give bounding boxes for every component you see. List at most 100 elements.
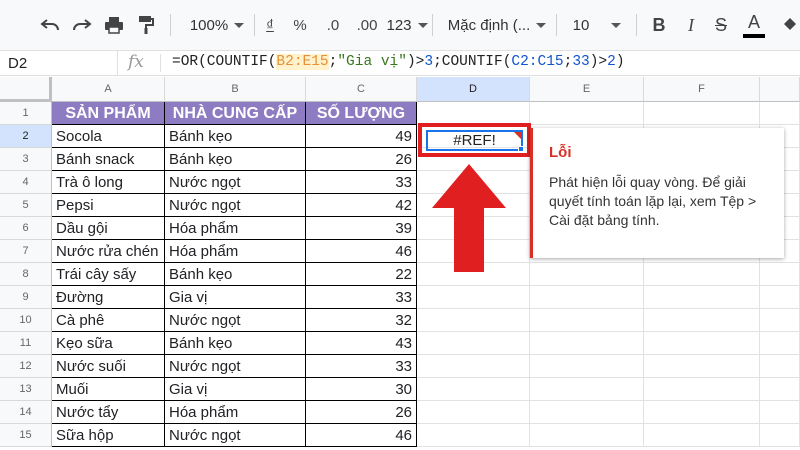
table-cell[interactable] [760, 355, 800, 378]
table-cell[interactable]: Bánh kẹo [165, 332, 306, 355]
table-cell[interactable] [644, 332, 760, 355]
row-header-11[interactable]: 11 [0, 332, 52, 355]
table-cell[interactable] [644, 309, 760, 332]
formula-input[interactable]: =OR(COUNTIF(B2:E15;"Gia vị")>3;COUNTIF(C… [172, 54, 625, 70]
strikethrough-button[interactable]: S [710, 10, 732, 40]
table-cell[interactable] [760, 332, 800, 355]
table-cell[interactable] [530, 401, 644, 424]
table-cell[interactable]: Gia vị [165, 378, 306, 401]
column-header-e[interactable]: E [530, 77, 644, 102]
table-cell[interactable]: 46 [306, 240, 417, 263]
row-header-3[interactable]: 3 [0, 148, 52, 171]
table-cell[interactable]: 32 [306, 309, 417, 332]
table-cell[interactable]: 39 [306, 217, 417, 240]
row-header-4[interactable]: 4 [0, 171, 52, 194]
more-formats-select[interactable]: 123 [384, 10, 430, 40]
table-cell[interactable] [530, 309, 644, 332]
italic-button[interactable]: I [680, 10, 702, 40]
table-cell[interactable]: Nước ngọt [165, 424, 306, 447]
table-cell[interactable] [644, 263, 760, 286]
column-header-b[interactable]: B [165, 77, 306, 102]
table-cell[interactable]: 46 [306, 424, 417, 447]
active-cell-d2[interactable]: #REF! [426, 130, 524, 152]
column-header-d[interactable]: D [417, 77, 530, 102]
table-cell[interactable]: Hóa phẩm [165, 217, 306, 240]
table-cell[interactable] [760, 424, 800, 447]
table-cell[interactable]: Sữa hộp [52, 424, 165, 447]
font-size-select[interactable]: 10 [566, 10, 628, 40]
row-header-1[interactable]: 1 [0, 102, 52, 125]
table-header-cell[interactable]: SẢN PHẨM [52, 102, 165, 125]
row-header-2[interactable]: 2 [0, 125, 52, 148]
table-cell[interactable]: 26 [306, 401, 417, 424]
table-cell[interactable] [530, 332, 644, 355]
table-cell[interactable] [644, 286, 760, 309]
table-cell[interactable]: Bánh kẹo [165, 148, 306, 171]
increase-decimal-button[interactable]: .00 [350, 10, 384, 40]
table-cell[interactable]: Socola [52, 125, 165, 148]
table-cell[interactable] [417, 401, 530, 424]
table-cell[interactable]: 43 [306, 332, 417, 355]
table-cell[interactable]: Đường [52, 286, 165, 309]
table-cell[interactable] [417, 424, 530, 447]
table-cell[interactable]: Gia vị [165, 286, 306, 309]
decrease-decimal-button[interactable]: .0 [318, 10, 348, 40]
row-header-5[interactable]: 5 [0, 194, 52, 217]
table-cell[interactable] [530, 378, 644, 401]
table-cell[interactable]: Nước rửa chén [52, 240, 165, 263]
table-cell[interactable]: Hóa phẩm [165, 401, 306, 424]
table-cell[interactable]: 49 [306, 125, 417, 148]
table-cell[interactable]: Nước ngọt [165, 309, 306, 332]
table-cell[interactable]: 33 [306, 355, 417, 378]
table-cell[interactable] [530, 355, 644, 378]
table-cell[interactable] [417, 332, 530, 355]
table-cell[interactable] [417, 102, 530, 125]
table-cell[interactable]: Bánh kẹo [165, 263, 306, 286]
table-cell[interactable]: Bánh snack [52, 148, 165, 171]
fill-handle[interactable] [518, 146, 524, 152]
table-cell[interactable]: Kẹo sữa [52, 332, 165, 355]
zoom-select[interactable]: 100% [182, 10, 252, 40]
row-header-9[interactable]: 9 [0, 286, 52, 309]
undo-icon[interactable] [36, 10, 64, 40]
text-color-button[interactable]: A [742, 10, 766, 40]
table-cell[interactable]: 26 [306, 148, 417, 171]
font-family-select[interactable]: Mặc định (... [444, 10, 550, 40]
row-header-13[interactable]: 13 [0, 378, 52, 401]
table-cell[interactable]: Nước ngọt [165, 194, 306, 217]
table-cell[interactable]: Trà ô long [52, 171, 165, 194]
row-header-14[interactable]: 14 [0, 401, 52, 424]
table-cell[interactable]: Nước tẩy [52, 401, 165, 424]
table-cell[interactable]: Bánh kẹo [165, 125, 306, 148]
row-header-7[interactable]: 7 [0, 240, 52, 263]
fill-color-icon[interactable] [780, 10, 800, 40]
table-cell[interactable]: Nước ngọt [165, 171, 306, 194]
table-cell[interactable] [644, 378, 760, 401]
table-cell[interactable] [417, 355, 530, 378]
table-cell[interactable] [760, 309, 800, 332]
bold-button[interactable]: B [648, 10, 670, 40]
column-header-f[interactable]: F [644, 77, 760, 102]
table-cell[interactable]: Muối [52, 378, 165, 401]
percent-format-button[interactable]: % [288, 10, 312, 40]
table-cell[interactable] [644, 102, 760, 125]
table-cell[interactable] [760, 378, 800, 401]
print-icon[interactable] [100, 10, 128, 40]
table-cell[interactable]: 33 [306, 286, 417, 309]
table-cell[interactable] [530, 102, 644, 125]
table-cell[interactable]: Dầu gội [52, 217, 165, 240]
table-cell[interactable]: 42 [306, 194, 417, 217]
table-cell[interactable] [760, 102, 800, 125]
row-header-15[interactable]: 15 [0, 424, 52, 447]
table-cell[interactable] [760, 263, 800, 286]
table-cell[interactable] [530, 424, 644, 447]
active-cell-highlight[interactable]: #REF! [418, 123, 531, 157]
table-cell[interactable] [417, 309, 530, 332]
table-cell[interactable] [417, 286, 530, 309]
table-cell[interactable] [530, 263, 644, 286]
redo-icon[interactable] [68, 10, 96, 40]
table-cell[interactable]: Cà phê [52, 309, 165, 332]
table-cell[interactable] [530, 286, 644, 309]
table-cell[interactable] [644, 401, 760, 424]
table-cell[interactable] [644, 424, 760, 447]
